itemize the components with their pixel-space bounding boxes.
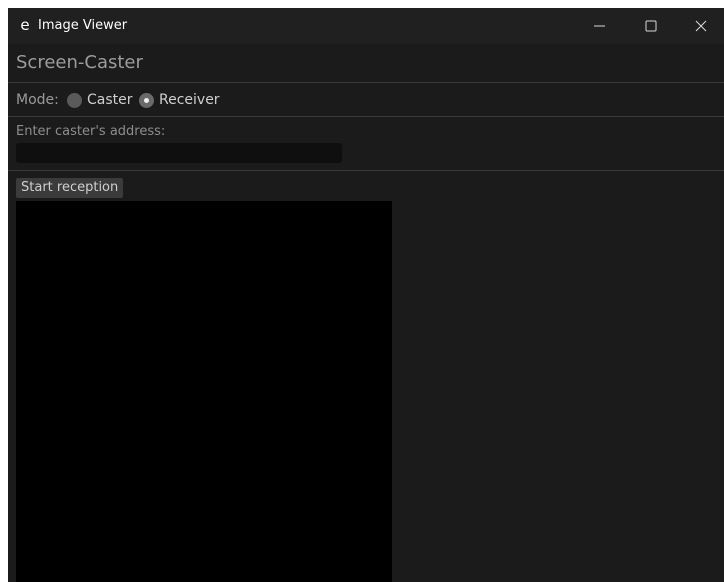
minimize-icon <box>594 25 605 27</box>
maximize-button[interactable] <box>628 8 674 44</box>
title-bar[interactable]: e Image Viewer <box>8 8 724 44</box>
app-window: e Image Viewer Screen-Caster Mode: Caste… <box>8 8 724 582</box>
app-heading: Screen-Caster <box>16 52 143 73</box>
address-label: Enter caster's address: <box>16 124 166 139</box>
start-reception-button[interactable]: Start reception <box>16 178 124 198</box>
maximize-icon <box>645 20 657 32</box>
radio-receiver[interactable] <box>139 93 154 108</box>
radio-caster-label[interactable]: Caster <box>87 90 133 110</box>
address-input[interactable] <box>16 143 342 163</box>
divider <box>8 116 724 117</box>
close-icon <box>695 20 707 32</box>
radio-receiver-label[interactable]: Receiver <box>159 90 220 110</box>
image-viewport <box>16 201 392 582</box>
close-button[interactable] <box>678 8 724 44</box>
mode-label: Mode: <box>16 92 59 108</box>
minimize-button[interactable] <box>577 8 623 44</box>
divider <box>8 170 724 171</box>
radio-caster[interactable] <box>67 93 82 108</box>
app-icon: e <box>20 16 30 34</box>
divider <box>8 82 724 83</box>
window-title: Image Viewer <box>38 18 128 33</box>
